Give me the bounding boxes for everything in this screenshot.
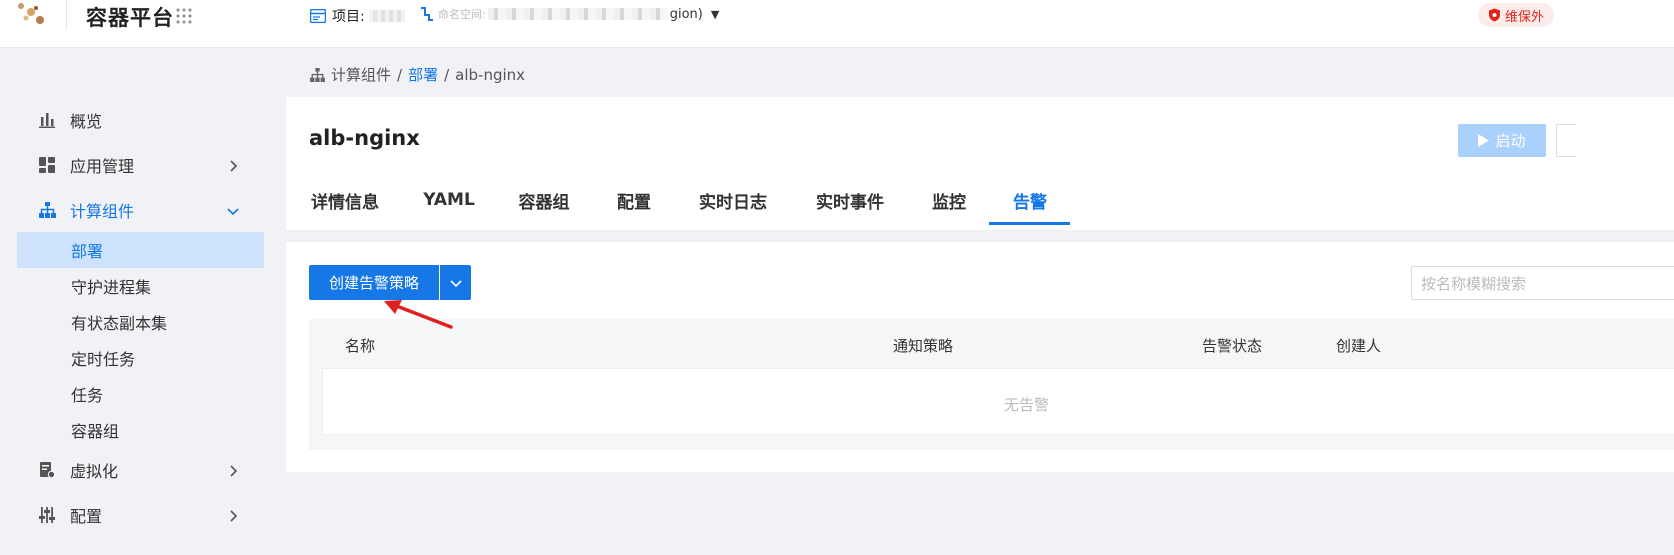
create-dropdown-button[interactable] <box>440 265 471 300</box>
page-title: alb-nginx <box>309 126 420 150</box>
project-icon <box>310 9 326 23</box>
tab-alerts[interactable]: 告警 <box>1012 176 1048 224</box>
namespace-icon <box>421 7 433 21</box>
virtual-icon <box>38 461 56 479</box>
sidebar-item-label: 虚拟化 <box>70 462 119 481</box>
chevron-down-icon <box>449 279 462 287</box>
more-actions-button[interactable] <box>1556 124 1576 157</box>
sidebar-item-overview[interactable]: 概览 <box>0 102 264 138</box>
create-alert-policy-button[interactable]: 创建告警策略 <box>309 265 439 300</box>
sidebar-subitem-daemonsets[interactable]: 守护进程集 <box>17 268 264 304</box>
sidebar-subitem-deployments[interactable]: 部署 <box>17 232 264 268</box>
sidebar-item-virtualization[interactable]: 虚拟化 <box>0 452 264 488</box>
sidebar-item-app-management[interactable]: 应用管理 <box>0 147 264 183</box>
start-button-label: 启动 <box>1495 132 1526 150</box>
hierarchy-icon <box>38 201 56 219</box>
badge-label: 维保外 <box>1505 9 1545 25</box>
breadcrumb-separator: / <box>397 65 403 84</box>
breadcrumb-root: 计算组件 <box>331 66 392 84</box>
chevron-right-icon <box>226 463 240 477</box>
tab-logs[interactable]: 实时日志 <box>697 176 769 224</box>
table-body <box>322 368 1674 435</box>
tab-details[interactable]: 详情信息 <box>309 176 381 224</box>
tab-events[interactable]: 实时事件 <box>814 176 886 224</box>
namespace-suffix: gion) <box>669 6 703 22</box>
search-input[interactable]: 按名称模糊搜索 <box>1411 266 1674 300</box>
hierarchy-icon <box>310 67 325 82</box>
sidebar-subitem-statefulsets[interactable]: 有状态副本集 <box>17 304 264 340</box>
shield-icon <box>1489 8 1500 22</box>
sidebar-subitem-jobs[interactable]: 任务 <box>17 376 264 412</box>
apps-icon <box>38 156 56 174</box>
sidebar-item-config[interactable]: 配置 <box>0 497 264 533</box>
logo-icon[interactable] <box>14 0 48 30</box>
sidebar-item-compute[interactable]: 计算组件 <box>0 192 264 228</box>
breadcrumb-separator: / <box>444 65 450 84</box>
breadcrumb-current: alb-nginx <box>455 65 526 84</box>
sidebar-subitem-cronjobs[interactable]: 定时任务 <box>17 340 264 376</box>
project-label: 项目: <box>332 9 365 25</box>
column-header-name[interactable]: 名称 <box>345 335 375 356</box>
app-grid-icon[interactable] <box>176 8 192 24</box>
app-title: 容器平台 <box>86 6 174 30</box>
column-header-creator[interactable]: 创建人 <box>1336 335 1381 356</box>
tab-monitoring[interactable]: 监控 <box>931 176 967 224</box>
redacted-value <box>487 8 668 20</box>
resource-header-card <box>286 97 1674 230</box>
column-header-notify-policy[interactable]: 通知策略 <box>893 335 953 356</box>
tab-pods[interactable]: 容器组 <box>517 176 571 224</box>
play-icon <box>1478 134 1490 147</box>
namespace-label: 命名空间: <box>438 8 486 21</box>
breadcrumb: 计算组件 / 部署 / alb-nginx <box>310 64 525 85</box>
top-bar: 容器平台 项目: 命名空间: gion) ▼ 维保外 <box>0 0 1674 48</box>
chevron-right-icon <box>226 508 240 522</box>
bar-chart-icon <box>38 111 56 129</box>
chevron-right-icon <box>226 158 240 172</box>
breadcrumb-link-deployments[interactable]: 部署 <box>408 64 438 85</box>
active-tab-indicator <box>989 222 1070 225</box>
redacted-value <box>368 10 405 22</box>
tab-config[interactable]: 配置 <box>616 176 652 224</box>
project-selector[interactable]: 项目: <box>310 6 405 26</box>
chevron-down-icon <box>226 203 240 217</box>
sidebar-item-label: 计算组件 <box>70 202 135 221</box>
tab-yaml[interactable]: YAML <box>423 176 475 224</box>
sidebar-item-label: 应用管理 <box>70 157 135 176</box>
empty-state-text: 无告警 <box>1004 396 1050 414</box>
header-divider <box>66 0 67 30</box>
sidebar-item-label: 概览 <box>70 112 103 131</box>
caret-down-icon: ▼ <box>710 7 720 21</box>
sliders-icon <box>38 506 56 524</box>
annotation-arrow-icon <box>384 300 453 329</box>
namespace-selector[interactable]: 命名空间: gion) ▼ <box>420 6 719 22</box>
maintenance-badge[interactable]: 维保外 <box>1478 3 1555 27</box>
start-button[interactable]: 启动 <box>1458 124 1546 157</box>
sidebar-subitem-pods[interactable]: 容器组 <box>17 412 264 448</box>
column-header-alert-status[interactable]: 告警状态 <box>1202 335 1262 356</box>
sidebar-item-label: 配置 <box>70 507 103 526</box>
